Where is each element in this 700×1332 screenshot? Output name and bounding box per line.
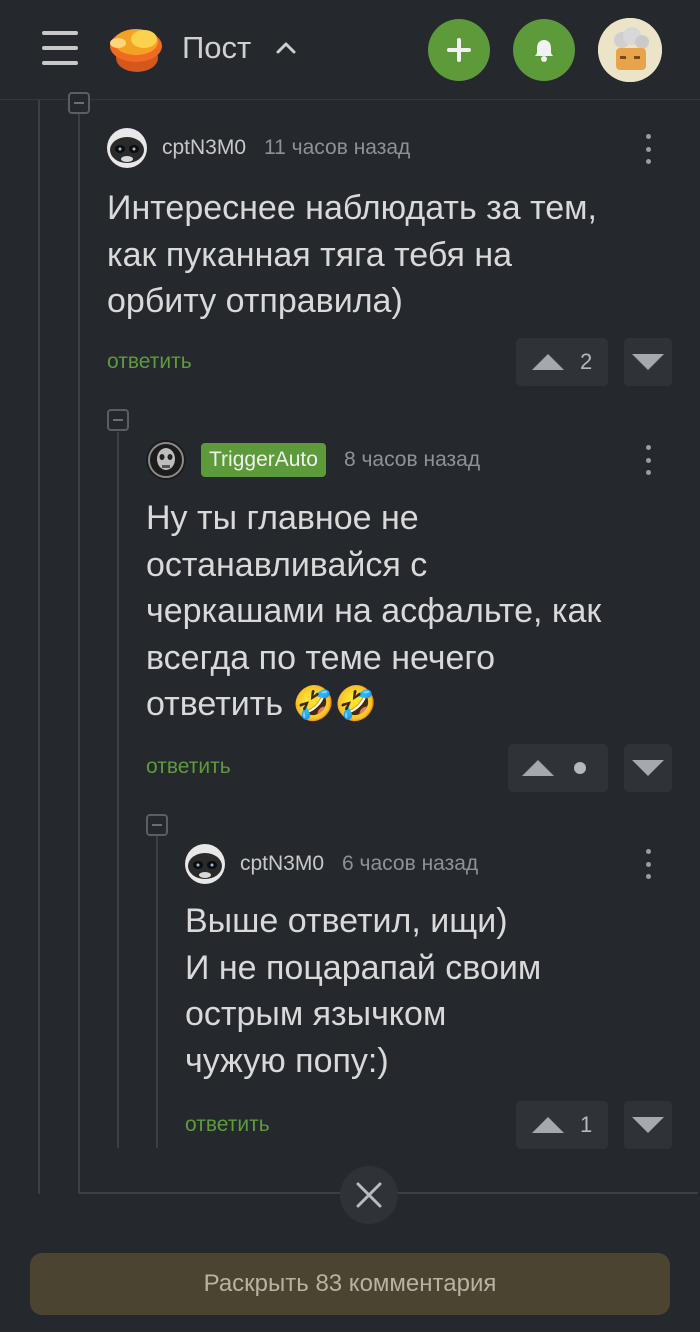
arrow-up-icon bbox=[532, 1117, 564, 1133]
vote-count: 2 bbox=[580, 349, 593, 374]
add-post-button[interactable] bbox=[428, 19, 490, 81]
vote-count: 1 bbox=[580, 1112, 593, 1137]
downvote-button[interactable] bbox=[624, 338, 672, 386]
upvote-button[interactable] bbox=[508, 744, 608, 792]
comment-author[interactable]: cptN3M0 bbox=[240, 852, 324, 876]
more-options-button[interactable] bbox=[638, 132, 658, 166]
upvote-button[interactable]: 2 bbox=[516, 338, 608, 386]
avatar[interactable] bbox=[146, 440, 186, 480]
arrow-up-icon bbox=[522, 760, 554, 776]
arrow-down-icon bbox=[632, 760, 664, 776]
arrow-down-icon bbox=[632, 354, 664, 370]
bell-icon bbox=[535, 40, 553, 62]
comment-text: Интереснее наблюдать за тем, как пуканна… bbox=[107, 189, 597, 320]
comment-time: 11 часов назад bbox=[264, 136, 411, 159]
reply-button[interactable]: ответить bbox=[185, 1113, 270, 1137]
comment-author[interactable]: TriggerAuto bbox=[201, 443, 326, 477]
arrow-up-icon bbox=[532, 354, 564, 370]
thread-line bbox=[117, 432, 119, 1148]
collapse-thread-button[interactable] bbox=[107, 409, 129, 431]
more-options-button[interactable] bbox=[638, 443, 658, 477]
skull-avatar-icon bbox=[146, 440, 186, 480]
arrow-down-icon bbox=[632, 1117, 664, 1133]
comment-time: 6 часов назад bbox=[342, 852, 479, 875]
vote-hidden-indicator bbox=[574, 762, 586, 774]
comment-header: cptN3M0 11 часов назад bbox=[107, 128, 410, 168]
comment-text: Ну ты главное не останавливайся с черкаш… bbox=[146, 499, 602, 723]
avatar[interactable] bbox=[185, 844, 225, 884]
comment-author[interactable]: cptN3M0 bbox=[162, 136, 246, 160]
collapse-thread-button[interactable] bbox=[146, 814, 168, 836]
comment-time: 8 часов назад bbox=[343, 448, 481, 471]
menu-icon[interactable] bbox=[42, 31, 78, 65]
thread-line bbox=[38, 100, 40, 1194]
raccoon-avatar-icon bbox=[107, 128, 147, 168]
user-avatar-icon bbox=[598, 18, 662, 82]
top-bar: Пост bbox=[0, 0, 700, 100]
expand-comments-button[interactable]: Раскрыть 83 комментария bbox=[30, 1253, 670, 1315]
thread-line bbox=[156, 836, 158, 1148]
user-avatar[interactable] bbox=[598, 18, 662, 82]
upvote-button[interactable]: 1 bbox=[516, 1101, 608, 1149]
more-options-button[interactable] bbox=[638, 847, 658, 881]
downvote-button[interactable] bbox=[624, 744, 672, 792]
collapse-thread-button[interactable] bbox=[68, 92, 90, 114]
raccoon-avatar-icon bbox=[185, 844, 225, 884]
close-thread-button[interactable] bbox=[340, 1166, 398, 1224]
thread-line bbox=[78, 114, 80, 1194]
logo-icon[interactable] bbox=[106, 21, 164, 75]
downvote-button[interactable] bbox=[624, 1101, 672, 1149]
comment-text: Выше ответил, ищи) И не поцарапай своим … bbox=[185, 902, 542, 1080]
reply-button[interactable]: ответить bbox=[146, 755, 231, 779]
comment-header: TriggerAuto 8 часов назад bbox=[146, 440, 480, 480]
plus-icon bbox=[447, 38, 471, 62]
page-title[interactable]: Пост bbox=[182, 30, 251, 66]
comment-header: cptN3M0 6 часов назад bbox=[185, 844, 478, 884]
avatar[interactable] bbox=[107, 128, 147, 168]
reply-button[interactable]: ответить bbox=[107, 350, 192, 374]
close-icon bbox=[356, 1182, 382, 1208]
notifications-button[interactable] bbox=[513, 19, 575, 81]
chevron-up-icon[interactable] bbox=[274, 38, 298, 58]
